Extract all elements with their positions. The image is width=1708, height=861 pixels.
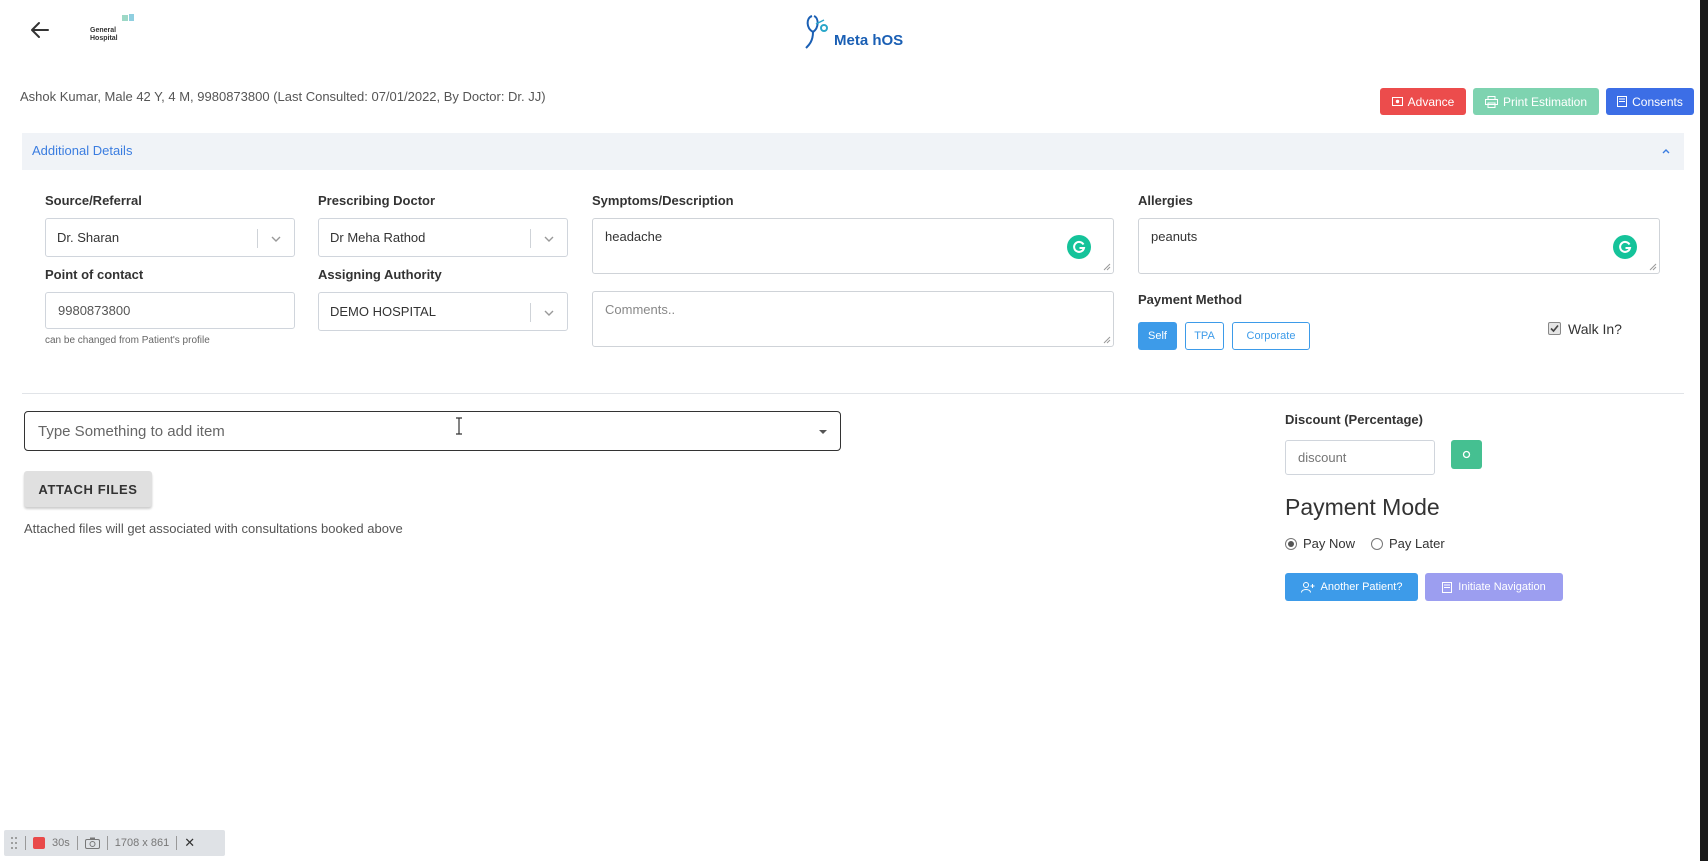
back-arrow-icon[interactable]	[28, 18, 52, 42]
payment-method-tpa[interactable]: TPA	[1185, 322, 1224, 350]
assigning-authority-label: Assigning Authority	[318, 267, 442, 282]
print-estimation-button[interactable]: Print Estimation	[1473, 88, 1599, 115]
source-referral-label: Source/Referral	[45, 193, 142, 208]
add-item-placeholder: Type Something to add item	[38, 423, 225, 440]
brand-name: Meta hOS	[834, 31, 904, 49]
additional-details-title: Additional Details	[32, 143, 133, 158]
patient-summary: Ashok Kumar, Male 42 Y, 4 M, 9980873800 …	[20, 89, 546, 104]
recorder-separator	[106, 836, 108, 850]
prescribing-doctor-value: Dr Meha Rathod	[330, 230, 426, 245]
apply-discount-button[interactable]	[1451, 440, 1482, 469]
discount-input[interactable]	[1285, 440, 1435, 475]
point-of-contact-input[interactable]	[45, 292, 295, 329]
walk-in-checkbox[interactable]	[1548, 322, 1561, 335]
allergies-value: peanuts	[1151, 229, 1198, 244]
payment-method-label: Payment Method	[1138, 292, 1243, 307]
prescribing-doctor-label: Prescribing Doctor	[318, 193, 436, 208]
recording-size: 1708 x 861	[114, 837, 170, 849]
walk-in-label: Walk In?	[1568, 321, 1622, 337]
point-of-contact-label: Point of contact	[45, 267, 144, 282]
select-separator	[530, 303, 531, 322]
chevron-down-icon[interactable]	[542, 232, 556, 246]
hospital-logo: General Hospital	[88, 14, 138, 50]
text-cursor-icon	[456, 417, 462, 435]
apply-icon	[1462, 450, 1471, 459]
select-separator	[257, 229, 258, 248]
chevron-down-icon[interactable]	[269, 232, 283, 246]
grammarly-icon[interactable]	[1067, 235, 1091, 259]
recorder-separator	[76, 836, 78, 850]
drag-handle-icon[interactable]	[10, 836, 18, 850]
stethoscope-icon	[805, 15, 828, 49]
pay-now-radio[interactable]	[1285, 538, 1297, 550]
prescribing-doctor-select[interactable]: Dr Meha Rathod	[318, 218, 568, 257]
recording-time: 30s	[52, 837, 70, 849]
allergies-label: Allergies	[1138, 193, 1193, 208]
comments-placeholder: Comments..	[605, 302, 676, 317]
pay-later-label: Pay Later	[1389, 536, 1445, 551]
chevron-down-icon[interactable]	[542, 306, 556, 320]
pay-later-radio[interactable]	[1371, 538, 1383, 550]
dropdown-arrow-icon[interactable]	[818, 427, 828, 437]
document-icon	[1442, 581, 1453, 593]
add-item-input[interactable]: Type Something to add item	[24, 411, 841, 451]
source-referral-value: Dr. Sharan	[57, 230, 120, 245]
screen-recorder-bar: 30s 1708 x 861 ✕	[4, 830, 225, 856]
resize-handle-icon[interactable]	[1649, 263, 1657, 271]
resize-handle-icon[interactable]	[1103, 263, 1111, 271]
brand-logo: Meta hOS	[804, 12, 903, 52]
grammarly-icon[interactable]	[1613, 235, 1637, 259]
camera-icon[interactable]	[84, 837, 100, 849]
print-estimation-label: Print Estimation	[1502, 94, 1588, 109]
add-user-icon	[1300, 581, 1315, 593]
money-icon	[1391, 97, 1403, 106]
attach-files-note: Attached files will get associated with …	[24, 521, 403, 536]
resize-handle-icon[interactable]	[1103, 336, 1111, 344]
symptoms-value: headache	[605, 229, 663, 244]
payment-method-corporate[interactable]: Corporate	[1232, 322, 1310, 350]
point-of-contact-hint: can be changed from Patient's profile	[45, 335, 210, 346]
payment-mode-title: Payment Mode	[1285, 494, 1440, 520]
hospital-logo-text: General Hospital	[90, 27, 118, 42]
advance-button[interactable]: Advance	[1380, 88, 1466, 115]
section-divider	[22, 393, 1684, 394]
checkmark-icon	[1550, 324, 1559, 333]
recorder-separator	[176, 836, 178, 850]
discount-label: Discount (Percentage)	[1285, 412, 1423, 427]
another-patient-button[interactable]: Another Patient?	[1285, 573, 1418, 601]
pay-now-label: Pay Now	[1303, 536, 1356, 551]
consents-button[interactable]: Consents	[1606, 88, 1694, 115]
initiate-navigation-label: Initiate Navigation	[1458, 581, 1546, 593]
chevron-up-icon[interactable]	[1660, 145, 1672, 157]
recorder-separator	[25, 836, 26, 850]
comments-textarea[interactable]: Comments..	[592, 291, 1114, 347]
source-referral-select[interactable]: Dr. Sharan	[45, 218, 295, 257]
select-separator	[530, 229, 531, 248]
stop-recording-icon[interactable]	[33, 837, 45, 849]
assigning-authority-select[interactable]: DEMO HOSPITAL	[318, 292, 568, 331]
close-icon[interactable]: ✕	[184, 835, 195, 851]
symptoms-label: Symptoms/Description	[592, 193, 734, 208]
document-icon	[1617, 96, 1628, 107]
symptoms-textarea[interactable]: headache	[592, 218, 1114, 274]
additional-details-header[interactable]: Additional Details	[22, 133, 1684, 170]
initiate-navigation-button[interactable]: Initiate Navigation	[1425, 573, 1563, 601]
printer-icon	[1484, 95, 1498, 108]
allergies-textarea[interactable]: peanuts	[1138, 218, 1660, 274]
window-edge	[1700, 0, 1708, 861]
another-patient-label: Another Patient?	[1320, 581, 1403, 593]
advance-label: Advance	[1407, 94, 1455, 109]
assigning-authority-value: DEMO HOSPITAL	[330, 304, 436, 319]
payment-method-self[interactable]: Self	[1138, 322, 1177, 350]
attach-files-button[interactable]: ATTACH FILES	[24, 471, 152, 507]
consents-label: Consents	[1632, 94, 1683, 109]
